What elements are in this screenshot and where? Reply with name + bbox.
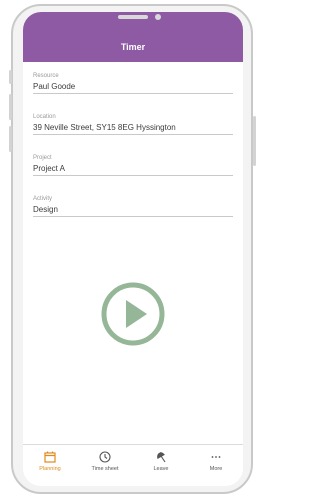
umbrella-icon xyxy=(157,452,166,463)
project-value: Project A xyxy=(33,162,233,176)
activity-value: Design xyxy=(33,203,233,217)
camera-icon xyxy=(155,14,161,20)
tab-time-sheet-label: Time sheet xyxy=(91,466,119,472)
location-field[interactable]: Location 39 Neville Street, SY15 8EG Hys… xyxy=(33,113,233,135)
tab-leave-label: Leave xyxy=(153,466,169,472)
side-button-left xyxy=(9,126,12,152)
project-label: Project xyxy=(33,155,52,161)
activity-label: Activity xyxy=(33,196,53,202)
clock-icon xyxy=(99,451,111,463)
side-button-left xyxy=(9,70,12,84)
tab-planning[interactable]: Planning xyxy=(28,451,72,472)
app-screen: Timer Resource Paul Goode Location 39 Ne… xyxy=(23,12,243,486)
more-icon xyxy=(211,456,221,458)
page-title: Timer xyxy=(120,42,146,52)
resource-value: Paul Goode xyxy=(33,80,233,94)
project-field[interactable]: Project Project A xyxy=(33,154,233,176)
play-button[interactable] xyxy=(101,282,165,351)
activity-field[interactable]: Activity Design xyxy=(33,195,233,217)
speaker-grille xyxy=(118,15,148,19)
play-icon xyxy=(101,282,165,346)
tab-more[interactable]: More xyxy=(194,451,238,472)
calendar-icon xyxy=(44,451,56,463)
location-label: Location xyxy=(33,114,56,120)
location-value: 39 Neville Street, SY15 8EG Hyssington xyxy=(33,121,233,135)
bottom-tab-bar: Planning Time sheet Leave More xyxy=(23,444,243,486)
tab-time-sheet[interactable]: Time sheet xyxy=(83,451,127,472)
tab-more-label: More xyxy=(209,466,223,472)
side-button-right xyxy=(253,116,256,166)
resource-label: Resource xyxy=(33,73,59,79)
side-button-left xyxy=(9,94,12,120)
resource-field[interactable]: Resource Paul Goode xyxy=(33,72,233,94)
app-header: Timer xyxy=(23,12,243,62)
tab-leave[interactable]: Leave xyxy=(139,451,183,472)
tab-planning-label: Planning xyxy=(39,466,61,472)
